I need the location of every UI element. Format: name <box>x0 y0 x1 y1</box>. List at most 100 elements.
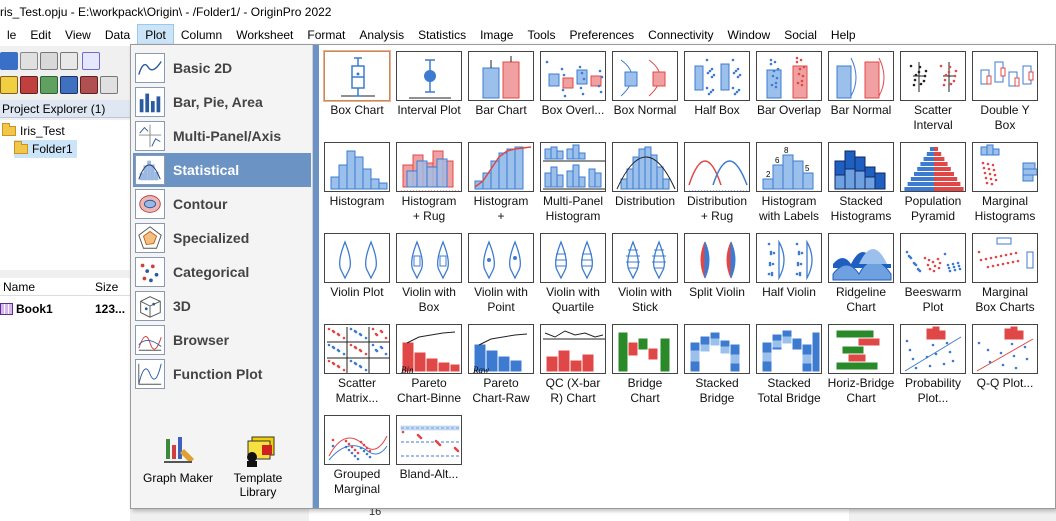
gallery-item-scatter-interval[interactable]: Scatter Interval <box>897 51 969 133</box>
menu-plot[interactable]: Plot <box>137 24 174 46</box>
template-library-button[interactable]: Template Library <box>215 435 301 499</box>
gallery-item-probability-plot[interactable]: Probability Plot... <box>897 324 969 406</box>
gallery-item-violin-with-point[interactable]: Violin with Point <box>465 233 537 315</box>
gallery-item-distribution[interactable]: Distribution <box>609 142 681 209</box>
menu-worksheet[interactable]: Worksheet <box>229 24 300 46</box>
category-basic-2d[interactable]: Basic 2D <box>133 51 311 85</box>
scatterint-icon <box>900 51 966 101</box>
menu-edit[interactable]: Edit <box>23 24 58 46</box>
violinpoint-icon <box>468 233 534 283</box>
category-bar-pie-area[interactable]: Bar, Pie, Area <box>133 85 311 119</box>
toolbar-button[interactable] <box>40 52 58 70</box>
menu-help[interactable]: Help <box>824 24 863 46</box>
folder-icon <box>2 123 16 136</box>
toolbar-button[interactable] <box>60 52 78 70</box>
gallery-item-violin-with-box[interactable]: Violin with Box <box>393 233 465 315</box>
gallery-item-double-y-box[interactable]: Double Y Box <box>969 51 1041 133</box>
gallery-item-label: Box Normal <box>613 103 677 117</box>
gallery-item-horiz-bridge-chart[interactable]: Horiz-Bridge Chart <box>825 324 897 406</box>
gallery-item-multi-panel-histogram[interactable]: Multi-Panel Histogram <box>537 142 609 224</box>
category-3d[interactable]: 3D <box>133 289 311 323</box>
gallery-item-label: Scatter Matrix... <box>335 376 379 405</box>
gallery-item-marginal-histograms[interactable]: Marginal Histograms <box>969 142 1041 224</box>
menu-format[interactable]: Format <box>300 24 352 46</box>
gallery-item-stacked-total-bridge[interactable]: Stacked Total Bridge <box>753 324 825 406</box>
graph-maker-button[interactable]: Graph Maker <box>135 435 221 485</box>
menu-connectivity[interactable]: Connectivity <box>641 24 720 46</box>
gallery-item-half-violin[interactable]: Half Violin <box>753 233 825 300</box>
menu-tools[interactable]: Tools <box>520 24 562 46</box>
category-specialized[interactable]: Specialized <box>133 221 311 255</box>
category-multi-panel-axis[interactable]: Multi-Panel/Axis <box>133 119 311 153</box>
gallery-item-distribution-rug[interactable]: Distribution + Rug <box>681 142 753 224</box>
gallery-item-box-chart[interactable]: Box Chart <box>321 50 393 118</box>
column-header-name[interactable]: Name <box>3 278 35 296</box>
gallery-item-box-normal[interactable]: Box Normal <box>609 51 681 118</box>
gallery-item-label: Violin with Box <box>402 285 456 314</box>
menu-image[interactable]: Image <box>473 24 520 46</box>
category-categorical[interactable]: Categorical <box>133 255 311 289</box>
gallery-item-half-box[interactable]: Half Box <box>681 51 753 118</box>
tree-item-folder1[interactable]: Folder1 <box>14 140 77 158</box>
menu-window[interactable]: Window <box>721 24 778 46</box>
gallery-item-violin-plot[interactable]: Violin Plot <box>321 233 393 300</box>
gallery-item-interval-plot[interactable]: Interval Plot <box>393 51 465 118</box>
gallery-item-marginal-box-charts[interactable]: Marginal Box Charts <box>969 233 1041 315</box>
menu-data[interactable]: Data <box>98 24 137 46</box>
gallery-item-population-pyramid[interactable]: Population Pyramid <box>897 142 969 224</box>
gallery-item-box-overl[interactable]: Box Overl... <box>537 51 609 118</box>
gallery-item-split-violin[interactable]: Split Violin <box>681 233 753 300</box>
gallery-item-bland-alt[interactable]: Bland-Alt... <box>393 415 465 482</box>
gallery-item-grouped-marginal[interactable]: Grouped Marginal <box>321 415 393 497</box>
column-header-size[interactable]: Size <box>95 278 118 296</box>
gallery-item-label: Histogram + <box>473 194 529 223</box>
gallery-item-label: Ridgeline Chart <box>835 285 887 314</box>
gallery-item-bridge-chart[interactable]: Bridge Chart <box>609 324 681 406</box>
toolbar-button[interactable] <box>82 52 100 70</box>
menu-analysis[interactable]: Analysis <box>352 24 411 46</box>
menu-statistics[interactable]: Statistics <box>411 24 473 46</box>
gallery-item-pareto-chart-binne[interactable]: Bin Pareto Chart-Binne <box>393 324 465 406</box>
gallery-item-histogram-rug[interactable]: Histogram + Rug <box>393 142 465 224</box>
gallery-item-histogram[interactable]: Histogram + <box>465 142 537 224</box>
menu-view[interactable]: View <box>58 24 98 46</box>
toolbar-button[interactable] <box>20 52 38 70</box>
gallery-item-histogram[interactable]: Histogram <box>321 142 393 209</box>
category-browser[interactable]: Browser <box>133 323 311 357</box>
gallery-item-violin-with-quartile[interactable]: Violin with Quartile <box>537 233 609 315</box>
line-plot-icon <box>135 53 165 83</box>
category-contour[interactable]: Contour <box>133 187 311 221</box>
gallery-item-label: Histogram <box>329 194 385 208</box>
toolbar-button[interactable] <box>0 52 18 70</box>
menu-le[interactable]: le <box>0 24 23 46</box>
toolbar-button[interactable] <box>60 76 78 94</box>
gallery-item-label: Interval Plot <box>397 103 461 117</box>
toolbar-button[interactable] <box>0 76 18 94</box>
plot-menu-dropdown: Graph Maker Template Library Basic 2D Bar… <box>130 44 1056 509</box>
list-item-book1[interactable]: Book1 123... <box>0 300 125 318</box>
gallery-item-bar-overlap[interactable]: Bar Overlap <box>753 51 825 118</box>
category-function-plot[interactable]: Function Plot <box>133 357 311 391</box>
gallery-item-stacked-bridge[interactable]: Stacked Bridge <box>681 324 753 406</box>
gallery-item-violin-with-stick[interactable]: Violin with Stick <box>609 233 681 315</box>
toolbar-button[interactable] <box>40 76 58 94</box>
gallery-item-histogram-with-labels[interactable]: 2 8 6 5 Histogram with Labels <box>753 142 825 224</box>
toolbar-button[interactable] <box>80 76 98 94</box>
gallery-item-stacked-histograms[interactable]: Stacked Histograms <box>825 142 897 224</box>
gallery-item-qc-x-bar-r-chart[interactable]: QC (X-bar R) Chart <box>537 324 609 406</box>
gallery-item-pareto-chart-raw[interactable]: Raw Pareto Chart-Raw <box>465 324 537 406</box>
gallery-item-bar-normal[interactable]: Bar Normal <box>825 51 897 118</box>
menu-preferences[interactable]: Preferences <box>562 24 641 46</box>
category-statistical[interactable]: Statistical <box>133 153 311 187</box>
gallery-item-q-q-plot[interactable]: Q-Q Plot... <box>969 324 1041 391</box>
gallery-item-scatter-matrix[interactable]: Scatter Matrix... <box>321 324 393 406</box>
tree-item-project[interactable]: Iris_Test <box>2 122 65 140</box>
gallery-item-ridgeline-chart[interactable]: Ridgeline Chart <box>825 233 897 315</box>
menu-column[interactable]: Column <box>174 24 229 46</box>
gallery-item-bar-chart[interactable]: Bar Chart <box>465 51 537 118</box>
toolbar-button[interactable] <box>20 76 38 94</box>
toolbar-button[interactable] <box>100 76 118 94</box>
gallery-item-label: Bar Overlap <box>756 103 822 117</box>
gallery-item-beeswarm-plot[interactable]: Beeswarm Plot <box>897 233 969 315</box>
menu-social[interactable]: Social <box>777 24 824 46</box>
